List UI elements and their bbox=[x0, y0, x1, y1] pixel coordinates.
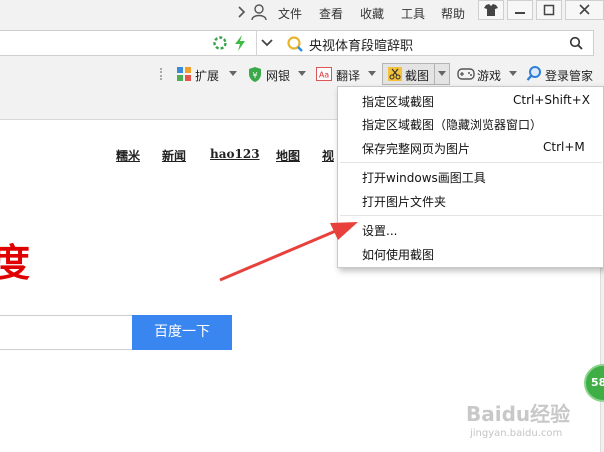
speed-badge[interactable]: 58 bbox=[584, 364, 604, 402]
maximize-icon bbox=[543, 4, 555, 16]
toolbar-games[interactable]: 游戏 bbox=[477, 67, 501, 84]
scissors-icon bbox=[387, 66, 403, 82]
caret-down-icon[interactable] bbox=[298, 71, 306, 76]
menu-item-how-to-use[interactable]: 如何使用截图 bbox=[362, 246, 434, 263]
baidu-logo: 度 bbox=[0, 241, 31, 285]
shortcut-region-screenshot: Ctrl+Shift+X bbox=[513, 93, 590, 107]
search-box-text[interactable]: 央视体育段暄辞职 bbox=[309, 35, 413, 54]
search-icon[interactable] bbox=[569, 36, 583, 50]
toolbar-extensions[interactable]: 扩展 bbox=[195, 67, 219, 84]
address-divider bbox=[256, 30, 257, 56]
menu-item-open-picture-folder[interactable]: 打开图片文件夹 bbox=[362, 193, 446, 210]
minimize-button[interactable] bbox=[507, 0, 533, 20]
nav-link-hao123[interactable]: hao123 bbox=[210, 147, 260, 161]
toolbar-screenshot[interactable]: 截图 bbox=[405, 67, 429, 84]
chevron-down-icon[interactable] bbox=[259, 37, 275, 49]
skin-button[interactable] bbox=[478, 0, 504, 20]
svg-text:¥: ¥ bbox=[252, 71, 257, 80]
translate-icon: Aa bbox=[316, 67, 332, 81]
shortcut-save-full-page: Ctrl+M bbox=[543, 140, 585, 154]
watermark-logo: Baidu经验 bbox=[466, 402, 571, 426]
chevron-right-icon[interactable] bbox=[236, 4, 248, 20]
search-button[interactable]: 百度一下 bbox=[132, 315, 232, 350]
watermark-url: jingyan.baidu.com bbox=[470, 428, 563, 439]
caret-down-icon[interactable] bbox=[368, 71, 376, 76]
toolbar-login-manager[interactable]: 登录管家 bbox=[545, 67, 593, 84]
close-icon bbox=[579, 4, 590, 15]
lightning-icon[interactable] bbox=[233, 34, 247, 52]
search-input[interactable] bbox=[0, 315, 132, 350]
caret-down-icon[interactable] bbox=[229, 71, 237, 76]
menu-item-region-screenshot[interactable]: 指定区域截图 bbox=[362, 93, 434, 110]
menu-file[interactable]: 文件 bbox=[278, 5, 302, 22]
toolbar-grip bbox=[160, 68, 164, 80]
refresh-icon[interactable] bbox=[212, 35, 228, 51]
menu-item-region-screenshot-hide-window[interactable]: 指定区域截图（隐藏浏览器窗口） bbox=[362, 116, 542, 133]
nav-link-nuomi[interactable]: 糯米 bbox=[116, 147, 140, 164]
shirt-icon bbox=[484, 4, 498, 16]
toolbar-online-bank[interactable]: 网银 bbox=[266, 67, 290, 84]
menu-view[interactable]: 查看 bbox=[319, 5, 343, 22]
close-button[interactable] bbox=[565, 0, 604, 20]
menu-help[interactable]: 帮助 bbox=[441, 5, 465, 22]
search-engine-icon[interactable] bbox=[286, 35, 304, 53]
extensions-icon bbox=[176, 66, 192, 82]
nav-link-map[interactable]: 地图 bbox=[276, 147, 300, 164]
screenshot-split-divider bbox=[434, 64, 435, 84]
menu-item-save-full-page[interactable]: 保存完整网页为图片 bbox=[362, 140, 470, 157]
nav-link-video[interactable]: 视 bbox=[322, 147, 334, 164]
toolbar-translate[interactable]: 翻译 bbox=[336, 67, 360, 84]
shield-icon: ¥ bbox=[247, 66, 263, 83]
menu-separator bbox=[340, 162, 602, 163]
screenshot-dropdown-caret-icon[interactable] bbox=[438, 71, 446, 76]
menu-separator bbox=[340, 215, 602, 216]
svg-text:Aa: Aa bbox=[319, 71, 329, 80]
annotation-arrow bbox=[219, 222, 358, 282]
gamepad-icon bbox=[457, 67, 475, 81]
minimize-icon bbox=[515, 12, 525, 14]
menu-item-open-paint[interactable]: 打开windows画图工具 bbox=[362, 169, 486, 186]
user-icon[interactable] bbox=[250, 3, 268, 21]
caret-down-icon[interactable] bbox=[509, 71, 517, 76]
maximize-button[interactable] bbox=[536, 0, 562, 20]
nav-link-news[interactable]: 新闻 bbox=[162, 147, 186, 164]
magnifier-icon bbox=[526, 65, 543, 82]
menu-favorites[interactable]: 收藏 bbox=[360, 5, 384, 22]
menu-tools[interactable]: 工具 bbox=[401, 5, 425, 22]
